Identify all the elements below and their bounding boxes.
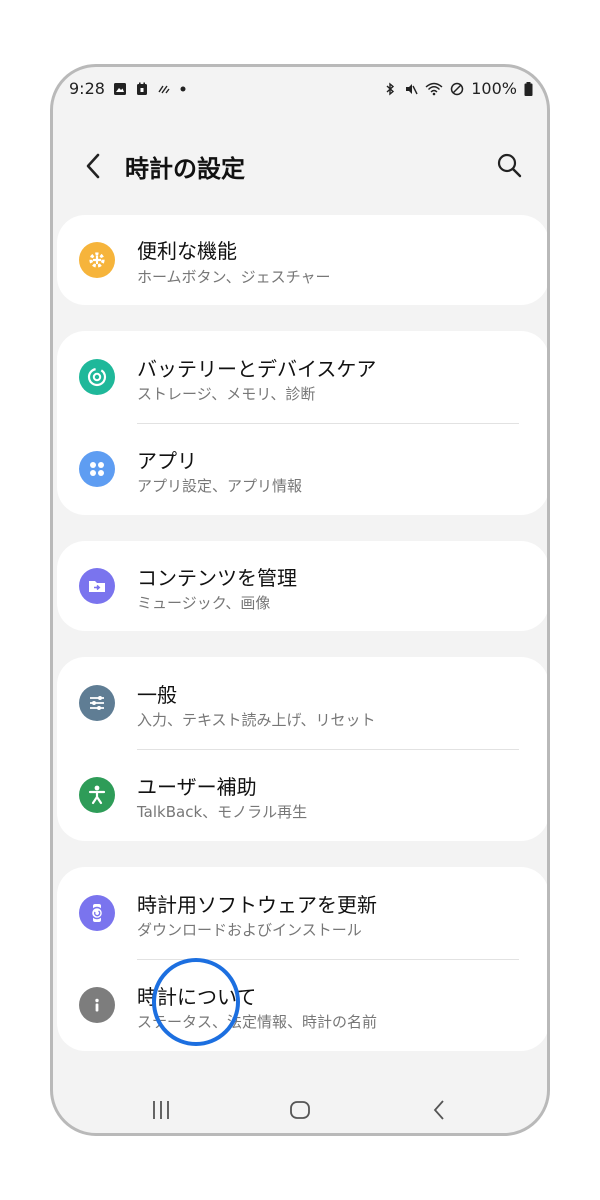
item-title: バッテリーとデバイスケア — [137, 357, 377, 381]
info-icon — [79, 987, 115, 1023]
app-header: 時計の設定 — [53, 137, 547, 197]
settings-item-battery-device-care[interactable]: バッテリーとデバイスケア ストレージ、メモリ、診断 — [57, 331, 547, 423]
item-subtitle: ミュージック、画像 — [137, 594, 271, 612]
item-subtitle: TalkBack、モノラル再生 — [137, 803, 308, 821]
accessibility-icon — [79, 777, 115, 813]
back-arrow-icon[interactable] — [79, 149, 109, 183]
settings-item-about-watch[interactable]: 時計について ステータス、法定情報、時計の名前 — [57, 959, 547, 1051]
item-title: 時計用ソフトウェアを更新 — [137, 893, 377, 917]
dot-icon — [180, 86, 186, 91]
settings-item-apps[interactable]: アプリ アプリ設定、アプリ情報 — [57, 423, 547, 515]
section-card-content: コンテンツを管理 ミュージック、画像 — [57, 541, 547, 631]
settings-item-manage-content[interactable]: コンテンツを管理 ミュージック、画像 — [57, 541, 547, 631]
sliders-icon — [79, 685, 115, 721]
section-card-general: 一般 入力、テキスト読み上げ、リセット ユーザー補助 TalkBack、モノラル… — [57, 657, 547, 841]
settings-item-useful-features[interactable]: 便利な機能 ホームボタン、ジェスチャー — [57, 215, 547, 305]
phone-frame: 9:28 100% 時計の設定 便利な機能 ホームボタン、ジェスチャー バッテリ… — [50, 64, 550, 1136]
wifi-icon — [425, 82, 443, 95]
item-subtitle: ホームボタン、ジェスチャー — [137, 268, 331, 286]
search-icon[interactable] — [495, 151, 523, 179]
item-subtitle: 入力、テキスト読み上げ、リセット — [137, 711, 376, 729]
settings-item-accessibility[interactable]: ユーザー補助 TalkBack、モノラル再生 — [57, 749, 547, 841]
item-subtitle: ストレージ、メモリ、診断 — [137, 385, 316, 403]
wearable-icon — [158, 85, 170, 93]
item-title: 便利な機能 — [137, 239, 237, 263]
device-care-icon — [79, 359, 115, 395]
item-title: 一般 — [137, 683, 177, 707]
item-title: アプリ — [137, 449, 197, 473]
gallery-icon — [113, 82, 126, 95]
recents-icon[interactable] — [146, 1095, 176, 1125]
settings-item-software-update[interactable]: 時計用ソフトウェアを更新 ダウンロードおよびインストール — [57, 867, 547, 959]
folder-icon — [79, 568, 115, 604]
item-subtitle: ダウンロードおよびインストール — [137, 921, 362, 939]
apps-icon — [79, 451, 115, 487]
bluetooth-icon — [386, 82, 395, 95]
item-title: ユーザー補助 — [137, 775, 257, 799]
dnd-icon — [451, 82, 464, 95]
gear-icon — [79, 242, 115, 278]
item-title: コンテンツを管理 — [137, 566, 297, 590]
calendar-icon — [136, 82, 147, 95]
status-bar: 9:28 100% — [53, 67, 547, 111]
status-time: 9:28 — [69, 79, 105, 98]
section-card-watch: 時計用ソフトウェアを更新 ダウンロードおよびインストール 時計について ステータ… — [57, 867, 547, 1051]
item-subtitle: アプリ設定、アプリ情報 — [137, 477, 303, 495]
mute-icon — [406, 83, 418, 94]
battery-icon — [524, 81, 533, 96]
section-card-convenience: 便利な機能 ホームボタン、ジェスチャー — [57, 215, 547, 305]
page-title: 時計の設定 — [125, 155, 245, 183]
navigation-bar — [53, 1087, 547, 1133]
home-icon[interactable] — [285, 1095, 315, 1125]
section-card-battery-apps: バッテリーとデバイスケア ストレージ、メモリ、診断 アプリ アプリ設定、アプリ情… — [57, 331, 547, 515]
back-icon[interactable] — [425, 1095, 455, 1125]
tap-indicator-circle — [152, 958, 240, 1046]
watch-update-icon — [79, 895, 115, 931]
battery-text: 100% — [471, 79, 517, 98]
settings-item-general[interactable]: 一般 入力、テキスト読み上げ、リセット — [57, 657, 547, 749]
